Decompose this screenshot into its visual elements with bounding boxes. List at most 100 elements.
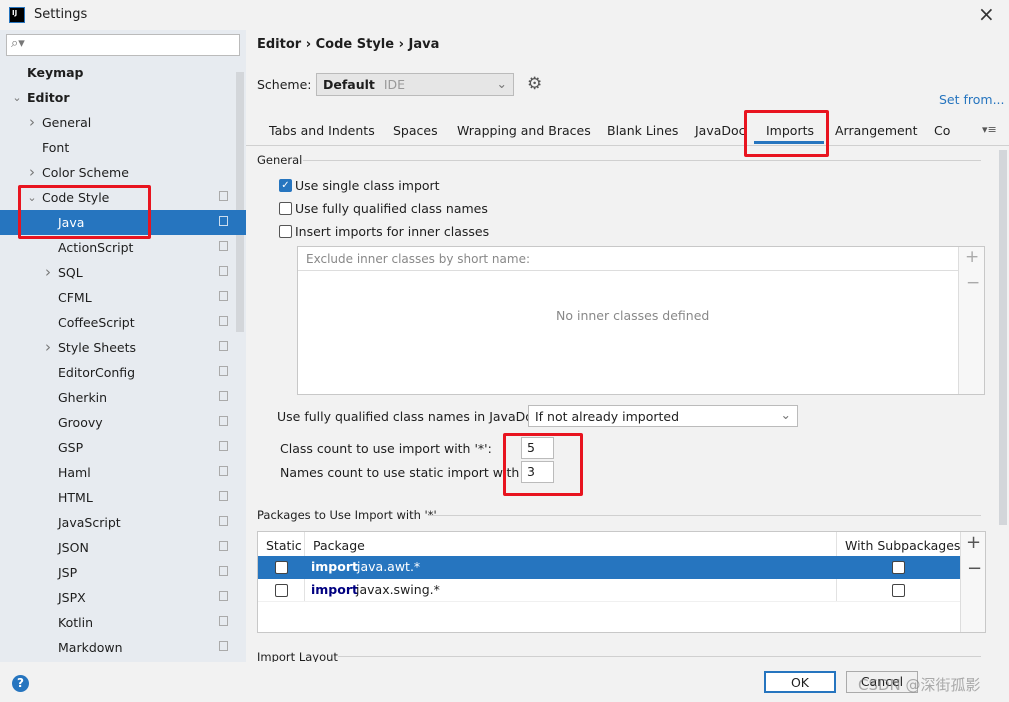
ok-button[interactable]: OK bbox=[764, 671, 836, 693]
javadoc-dropdown[interactable]: If not already imported ⌄ bbox=[528, 405, 798, 427]
remove-icon[interactable]: − bbox=[966, 273, 980, 293]
static-checkbox[interactable] bbox=[275, 584, 288, 597]
inner-classes-checkbox[interactable] bbox=[279, 225, 292, 238]
column-header-static[interactable]: Static bbox=[266, 538, 302, 553]
sidebar-item-editor[interactable]: ⌄ Editor bbox=[0, 85, 246, 110]
tab-co[interactable]: Co bbox=[934, 123, 950, 141]
scheme-dropdown[interactable]: Default IDE ⌄ bbox=[316, 73, 514, 96]
copy-icon bbox=[219, 541, 228, 551]
sidebar-item-label: Haml bbox=[58, 465, 91, 480]
fully-qualified-checkbox[interactable] bbox=[279, 202, 292, 215]
tab-spaces[interactable]: Spaces bbox=[393, 123, 438, 141]
sidebar-item-label: Style Sheets bbox=[58, 340, 137, 355]
sidebar: ⌕▾ Keymap ⌄ Editor › General Font › Color Schem… bbox=[0, 30, 246, 702]
chevron-right-icon[interactable]: › bbox=[26, 110, 38, 135]
sidebar-item-font[interactable]: Font bbox=[0, 135, 246, 160]
tab-arrangement[interactable]: Arrangement bbox=[835, 123, 918, 141]
sidebar-item-label: JSON bbox=[58, 540, 89, 555]
sidebar-item-haml[interactable]: Haml bbox=[0, 460, 246, 485]
sidebar-item-json[interactable]: JSON bbox=[0, 535, 246, 560]
packages-table: Static Package With Subpackages import j… bbox=[257, 531, 986, 633]
packages-section-title: Packages to Use Import with '*' bbox=[257, 508, 437, 522]
sidebar-item-label: Kotlin bbox=[58, 615, 93, 630]
sidebar-item-javascript[interactable]: JavaScript bbox=[0, 510, 246, 535]
sidebar-item-general[interactable]: › General bbox=[0, 110, 246, 135]
sidebar-item-label: JSP bbox=[58, 565, 78, 580]
import-keyword: import bbox=[311, 582, 358, 597]
list-toolbar: + − bbox=[958, 247, 984, 394]
chevron-right-icon[interactable]: › bbox=[26, 160, 38, 185]
search-input[interactable]: ⌕▾ bbox=[6, 34, 240, 56]
remove-icon[interactable]: − bbox=[967, 558, 982, 579]
sidebar-item-gsp[interactable]: GSP bbox=[0, 435, 246, 460]
sidebar-item-keymap[interactable]: Keymap bbox=[0, 60, 246, 85]
static-checkbox[interactable] bbox=[275, 561, 288, 574]
breadcrumb-editor[interactable]: Editor bbox=[257, 37, 301, 52]
package-name: java.awt.* bbox=[357, 559, 421, 574]
sidebar-item-jsp[interactable]: JSP bbox=[0, 560, 246, 585]
single-class-import-label[interactable]: Use single class import bbox=[295, 178, 440, 193]
chevron-down-icon[interactable]: ⌄ bbox=[11, 85, 23, 110]
sidebar-item-color-scheme[interactable]: › Color Scheme bbox=[0, 160, 246, 185]
window-title: Settings bbox=[34, 7, 88, 22]
app-logo: IJ bbox=[9, 7, 25, 23]
copy-icon bbox=[219, 441, 228, 451]
content-scrollbar[interactable] bbox=[999, 150, 1007, 525]
sidebar-item-label: EditorConfig bbox=[58, 365, 136, 380]
breadcrumb-java: Java bbox=[408, 37, 440, 52]
copy-icon bbox=[219, 316, 228, 326]
tabs-overflow-icon[interactable]: ▾≡ bbox=[982, 123, 997, 136]
class-count-label: Class count to use import with '*': bbox=[280, 441, 492, 456]
copy-icon bbox=[219, 391, 228, 401]
sidebar-item-label: CFML bbox=[58, 290, 92, 305]
breadcrumb: Editor › Code Style › Java bbox=[257, 37, 439, 52]
sidebar-item-markdown[interactable]: Markdown bbox=[0, 635, 246, 660]
watermark: CSDN @深街孤影 bbox=[858, 676, 981, 694]
tab-javadoc[interactable]: JavaDoc bbox=[695, 123, 746, 141]
column-header-package[interactable]: Package bbox=[313, 538, 365, 553]
add-icon[interactable]: + bbox=[966, 532, 981, 553]
exclude-filter-input[interactable]: Exclude inner classes by short name: bbox=[298, 247, 958, 271]
scheme-sub: IDE bbox=[383, 77, 406, 92]
sidebar-item-cfml[interactable]: CFML bbox=[0, 285, 246, 310]
tab-wrapping-and-braces[interactable]: Wrapping and Braces bbox=[457, 123, 591, 141]
sidebar-item-kotlin[interactable]: Kotlin bbox=[0, 610, 246, 635]
copy-icon bbox=[219, 241, 228, 251]
annotation-box-counts bbox=[503, 433, 583, 496]
sidebar-item-sql[interactable]: › SQL bbox=[0, 260, 246, 285]
sidebar-item-style-sheets[interactable]: › Style Sheets bbox=[0, 335, 246, 360]
column-header-subpackages[interactable]: With Subpackages bbox=[845, 538, 960, 553]
sidebar-item-html[interactable]: HTML bbox=[0, 485, 246, 510]
sidebar-item-label: JSPX bbox=[58, 590, 86, 605]
chevron-right-icon[interactable]: › bbox=[42, 335, 54, 360]
separator: › bbox=[398, 37, 409, 52]
sidebar-item-editorconfig[interactable]: EditorConfig bbox=[0, 360, 246, 385]
exclude-list[interactable]: Exclude inner classes by short name: No … bbox=[297, 246, 985, 395]
sidebar-item-jspx[interactable]: JSPX bbox=[0, 585, 246, 610]
tab-blank-lines[interactable]: Blank Lines bbox=[607, 123, 678, 141]
tab-tabs-and-indents[interactable]: Tabs and Indents bbox=[269, 123, 375, 141]
fully-qualified-label[interactable]: Use fully qualified class names bbox=[295, 201, 488, 216]
table-row[interactable]: import javax.swing.* bbox=[258, 579, 960, 602]
with-subpackages-checkbox[interactable] bbox=[892, 561, 905, 574]
sidebar-item-groovy[interactable]: Groovy bbox=[0, 410, 246, 435]
breadcrumb-code-style[interactable]: Code Style bbox=[316, 37, 394, 52]
with-subpackages-checkbox[interactable] bbox=[892, 584, 905, 597]
add-icon[interactable]: + bbox=[965, 247, 979, 267]
chevron-right-icon[interactable]: › bbox=[42, 260, 54, 285]
gear-icon[interactable]: ⚙ bbox=[527, 74, 542, 94]
sidebar-item-coffeescript[interactable]: CoffeeScript bbox=[0, 310, 246, 335]
copy-icon bbox=[219, 591, 228, 601]
sidebar-item-label: Font bbox=[42, 140, 70, 155]
sidebar-item-label: Gherkin bbox=[58, 390, 108, 405]
sidebar-item-gherkin[interactable]: Gherkin bbox=[0, 385, 246, 410]
help-button[interactable]: ? bbox=[12, 675, 29, 692]
set-from-link[interactable]: Set from... bbox=[939, 92, 1005, 107]
inner-classes-label[interactable]: Insert imports for inner classes bbox=[295, 224, 489, 239]
copy-icon bbox=[219, 366, 228, 376]
close-icon[interactable]: × bbox=[978, 2, 995, 26]
chevron-down-icon: ⌄ bbox=[496, 76, 507, 91]
single-class-import-checkbox[interactable]: ✓ bbox=[279, 179, 292, 192]
table-row[interactable]: import java.awt.* bbox=[258, 556, 960, 579]
sidebar-item-label: SQL bbox=[58, 265, 83, 280]
